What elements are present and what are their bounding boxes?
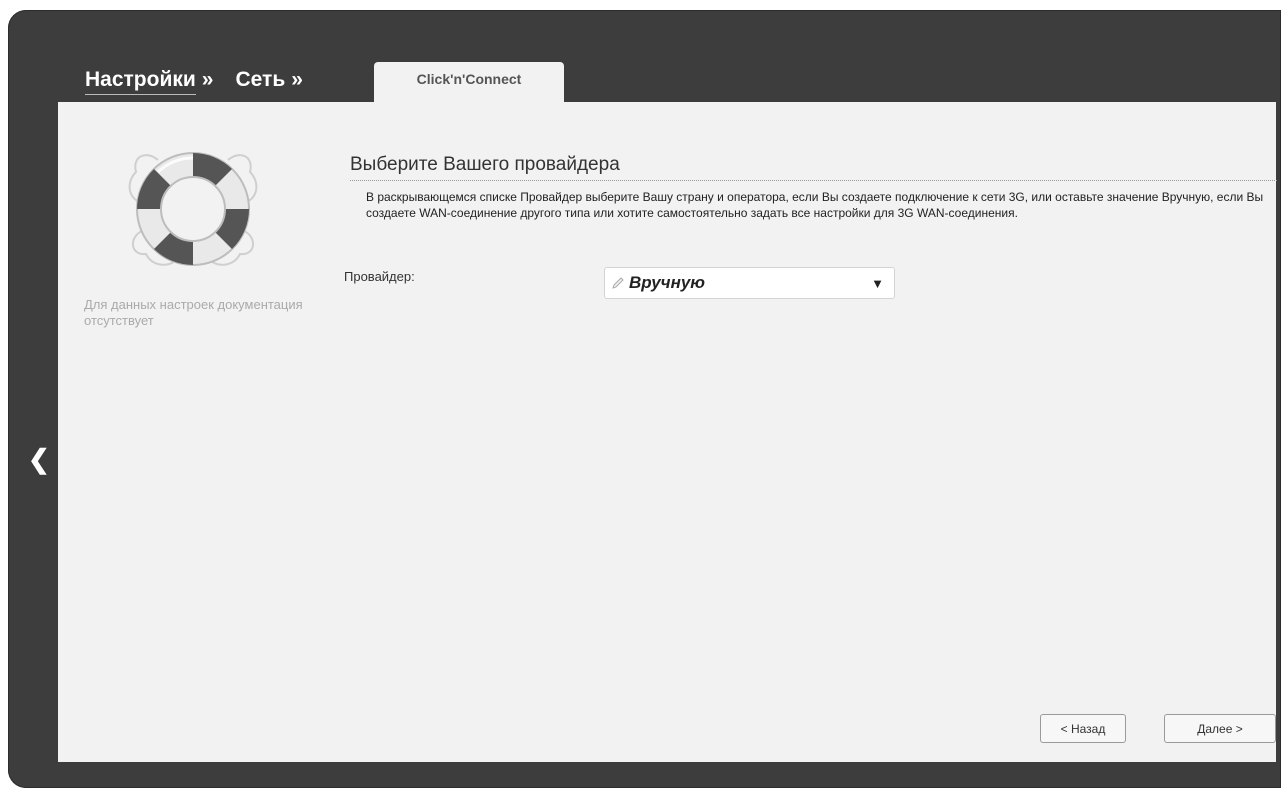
section-description: В раскрывающемся списке Провайдер выбери… — [366, 190, 1264, 220]
provider-select-value: Вручную — [629, 273, 706, 292]
provider-select[interactable]: Вручную ▼ — [604, 267, 895, 299]
lifebuoy-icon — [128, 152, 258, 266]
main-panel: Для данных настроек документация отсутст… — [58, 102, 1277, 762]
breadcrumb-item-network[interactable]: Сеть — [235, 68, 285, 92]
breadcrumb: Настройки » Сеть » — [85, 68, 325, 95]
tab-click-n-connect[interactable]: Click'n'Connect — [374, 62, 564, 102]
caret-down-icon: ▼ — [871, 275, 884, 291]
breadcrumb-separator: » — [201, 68, 214, 91]
next-button[interactable]: Далее > — [1164, 714, 1276, 743]
page-title: Выберите Вашего провайдера — [350, 154, 1277, 181]
pencil-icon — [612, 277, 624, 289]
chevron-left-icon[interactable]: ❮ — [28, 446, 50, 472]
breadcrumb-separator: » — [291, 68, 303, 91]
app-frame: Настройки » Сеть » Click'n'Connect ❮ Для… — [8, 10, 1281, 788]
back-button[interactable]: < Назад — [1040, 714, 1126, 743]
help-text: Для данных настроек документация отсутст… — [84, 297, 303, 328]
breadcrumb-item-settings[interactable]: Настройки — [85, 68, 196, 95]
provider-label: Провайдер: — [344, 269, 415, 284]
